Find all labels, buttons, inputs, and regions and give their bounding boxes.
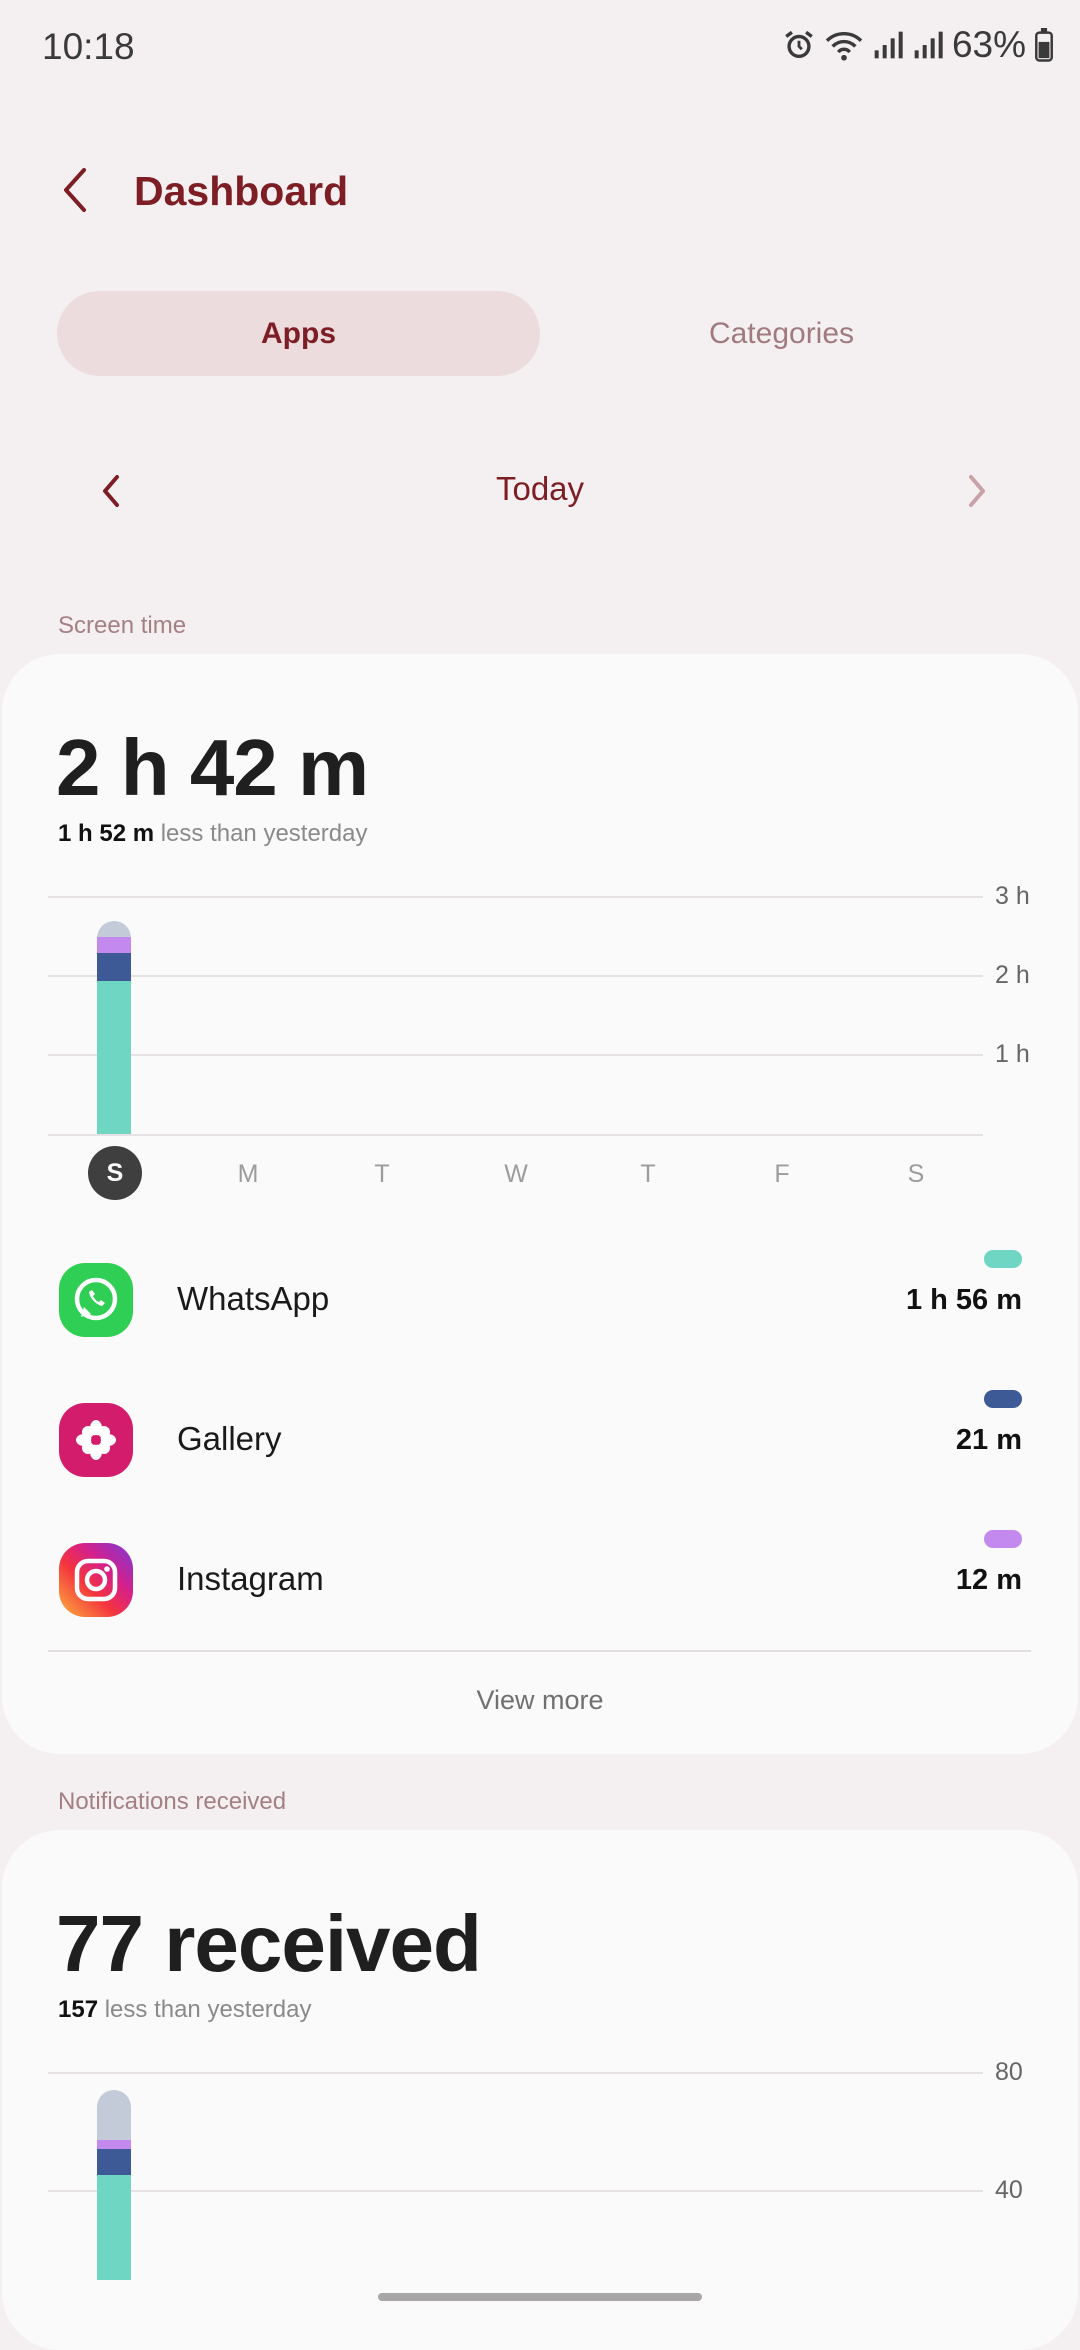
day-label[interactable]: S	[886, 1160, 946, 1189]
alarm-icon	[785, 30, 813, 59]
gridline-3h	[48, 896, 983, 898]
comparison-value: 157	[58, 1996, 99, 2023]
wifi-icon	[825, 32, 863, 61]
previous-day-button[interactable]	[92, 466, 132, 516]
app-usage-time: 12 m	[955, 1564, 1022, 1596]
day-label-selected[interactable]: S	[88, 1146, 142, 1200]
gallery-icon	[59, 1403, 133, 1477]
battery-icon	[1035, 28, 1053, 62]
app-color-indicator	[984, 1250, 1022, 1268]
tab-apps[interactable]: Apps	[57, 291, 540, 376]
bar-segment	[97, 2089, 131, 2140]
app-row-gallery[interactable]: Gallery 21 m	[57, 1380, 1022, 1500]
notifications-total: 77 received	[56, 1899, 482, 1988]
next-day-button[interactable]	[956, 466, 996, 516]
bar-segment	[97, 937, 131, 954]
day-label[interactable]: M	[218, 1160, 278, 1189]
gridline-2h	[48, 975, 983, 977]
y-tick-label: 80	[995, 2058, 1023, 2086]
screen-time-total: 2 h 42 m	[56, 723, 369, 812]
instagram-icon	[59, 1543, 133, 1617]
gridline-80	[48, 2072, 983, 2074]
status-icons: 63%	[782, 24, 1054, 66]
y-tick-label: 1 h	[995, 1040, 1030, 1068]
comparison-text: less than yesterday	[98, 1996, 312, 2023]
divider	[48, 1650, 1031, 1652]
notifications-section-label: Notifications received	[58, 1788, 287, 1815]
chart-bar-sunday	[97, 921, 131, 1134]
home-indicator[interactable]	[378, 2293, 702, 2301]
chevron-left-icon	[103, 475, 119, 507]
day-label[interactable]: T	[352, 1160, 412, 1189]
y-tick-label: 40	[995, 2176, 1023, 2204]
comparison-value: 1 h 52 m	[58, 820, 155, 847]
bar-segment	[97, 980, 131, 1134]
gridline-0	[48, 1134, 983, 1136]
day-label[interactable]: T	[618, 1160, 678, 1189]
app-row-whatsapp[interactable]: WhatsApp 1 h 56 m	[57, 1240, 1022, 1360]
comparison-text: less than yesterday	[154, 820, 368, 847]
signal-icon-2	[914, 31, 943, 59]
whatsapp-icon	[59, 1263, 133, 1337]
bar-segment	[97, 2139, 131, 2149]
bar-segment	[97, 2148, 131, 2176]
status-time: 10:18	[42, 26, 135, 67]
date-label: Today	[495, 470, 585, 507]
chevron-right-icon	[969, 475, 985, 507]
day-label[interactable]: F	[752, 1160, 812, 1189]
gridline-40	[48, 2190, 983, 2192]
bar-segment	[97, 2175, 131, 2280]
screen-time-comparison: 1 h 52 m less than yesterday	[58, 820, 368, 848]
app-name: Gallery	[177, 1420, 282, 1457]
app-usage-time: 21 m	[955, 1424, 1022, 1456]
bar-segment	[97, 953, 131, 981]
app-usage-time: 1 h 56 m	[905, 1284, 1022, 1316]
app-row-instagram[interactable]: Instagram 12 m	[57, 1520, 1022, 1640]
tab-categories[interactable]: Categories	[540, 291, 1023, 376]
back-button[interactable]	[52, 160, 102, 220]
app-color-indicator	[984, 1390, 1022, 1408]
app-name: Instagram	[177, 1560, 324, 1597]
screen-time-section-label: Screen time	[58, 612, 187, 639]
signal-icon	[874, 31, 903, 59]
day-label[interactable]: W	[486, 1160, 546, 1189]
notification-bar-sunday	[97, 2089, 131, 2280]
app-name: WhatsApp	[177, 1280, 330, 1317]
gridline-1h	[48, 1054, 983, 1056]
back-arrow-icon	[64, 168, 86, 212]
page-title: Dashboard	[134, 168, 349, 214]
view-more-button[interactable]: View more	[40, 1685, 1040, 1716]
y-tick-label: 2 h	[995, 961, 1030, 989]
notifications-comparison: 157 less than yesterday	[58, 1996, 312, 2024]
y-tick-label: 3 h	[995, 882, 1030, 910]
app-color-indicator	[984, 1530, 1022, 1548]
battery-percent: 63%	[951, 24, 1026, 65]
